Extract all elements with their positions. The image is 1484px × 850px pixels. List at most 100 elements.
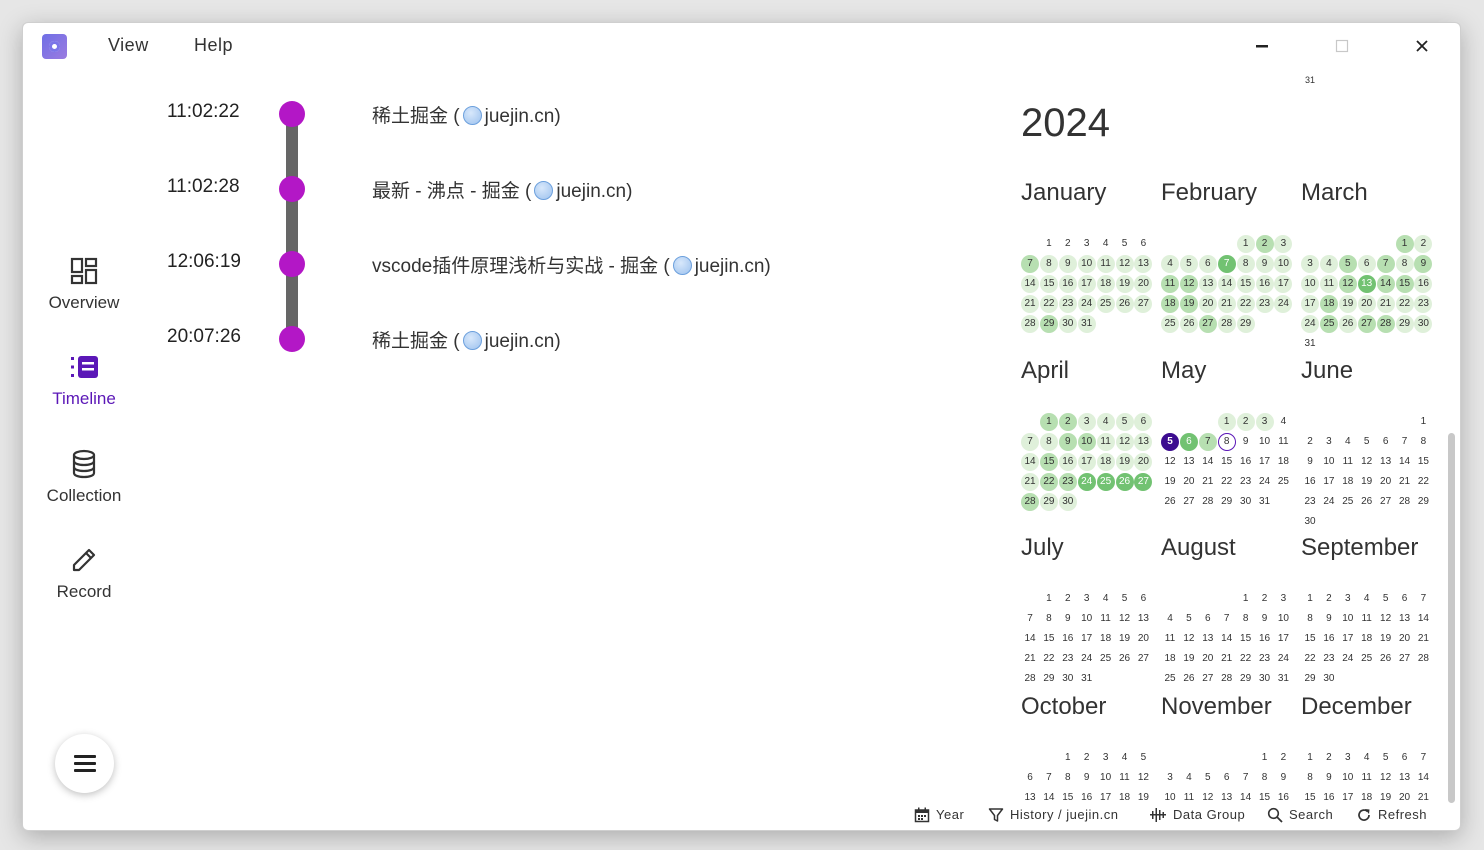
calendar-day[interactable]: 27: [1199, 670, 1217, 688]
calendar-day[interactable]: 2: [1058, 413, 1077, 431]
calendar-day[interactable]: 27: [1357, 315, 1376, 333]
calendar-day[interactable]: 10: [1339, 610, 1357, 628]
calendar-day[interactable]: 31: [1077, 315, 1096, 333]
calendar-day[interactable]: 4: [1274, 413, 1292, 431]
calendar-day[interactable]: 22: [1237, 650, 1255, 668]
calendar-day[interactable]: 8: [1256, 769, 1274, 787]
calendar-day[interactable]: 17: [1274, 630, 1292, 648]
calendar-day[interactable]: 21: [1199, 473, 1217, 491]
calendar-day[interactable]: 2: [1274, 749, 1292, 767]
calendar-day[interactable]: 28: [1396, 493, 1414, 511]
calendar-day[interactable]: 19: [1134, 789, 1152, 803]
calendar-day[interactable]: 6: [1396, 749, 1414, 767]
calendar-day[interactable]: 11: [1339, 453, 1357, 471]
calendar-day[interactable]: 21: [1414, 789, 1432, 803]
calendar-day[interactable]: 23: [1301, 493, 1319, 511]
calendar-day[interactable]: 10: [1077, 433, 1096, 451]
calendar-day[interactable]: 14: [1217, 275, 1236, 293]
calendar-day[interactable]: 10: [1320, 453, 1338, 471]
calendar-day[interactable]: 30: [1058, 315, 1077, 333]
calendar-day[interactable]: 21: [1414, 630, 1432, 648]
calendar-day[interactable]: 25: [1319, 315, 1338, 333]
calendar-day[interactable]: 6: [1218, 769, 1236, 787]
calendar-day[interactable]: 10: [1161, 789, 1179, 803]
calendar-day[interactable]: 8: [1039, 433, 1058, 451]
calendar-day[interactable]: 10: [1077, 255, 1096, 273]
calendar-day[interactable]: 6: [1198, 255, 1217, 273]
calendar-day[interactable]: 3: [1077, 413, 1096, 431]
calendar-day[interactable]: 26: [1161, 493, 1179, 511]
calendar-day[interactable]: 6: [1179, 433, 1198, 451]
calendar-day[interactable]: 16: [1255, 275, 1274, 293]
calendar-day[interactable]: 22: [1039, 473, 1058, 491]
calendar-day[interactable]: 28: [1414, 650, 1432, 668]
calendar-day[interactable]: 19: [1115, 275, 1134, 293]
calendar-day[interactable]: 6: [1134, 590, 1152, 608]
calendar-day[interactable]: 15: [1039, 453, 1058, 471]
calendar-day[interactable]: 8: [1395, 255, 1414, 273]
timeline-entry[interactable]: 11:02:22 稀土掘金 (juejin.cn): [163, 93, 863, 133]
calendar-day[interactable]: 18: [1116, 789, 1134, 803]
calendar-day[interactable]: 14: [1021, 630, 1039, 648]
calendar-day[interactable]: 26: [1115, 295, 1134, 313]
nav-item-record[interactable]: Record: [23, 544, 145, 602]
calendar-day[interactable]: 16: [1320, 630, 1338, 648]
calendar-day[interactable]: 12: [1134, 769, 1152, 787]
calendar-day[interactable]: 9: [1255, 255, 1274, 273]
calendar-day[interactable]: 13: [1134, 255, 1153, 273]
calendar-day[interactable]: 20: [1134, 453, 1153, 471]
calendar-day[interactable]: 7: [1021, 255, 1039, 273]
calendar-day[interactable]: 21: [1021, 295, 1039, 313]
calendar-day[interactable]: 3: [1274, 235, 1293, 253]
entry-title[interactable]: 稀土掘金 (juejin.cn): [372, 101, 561, 128]
calendar-day[interactable]: 19: [1116, 630, 1134, 648]
calendar-day[interactable]: 1: [1414, 413, 1432, 431]
calendar-day[interactable]: 13: [1021, 789, 1039, 803]
entry-title[interactable]: 稀土掘金 (juejin.cn): [372, 326, 561, 353]
calendar-day[interactable]: 5: [1338, 255, 1357, 273]
calendar-day[interactable]: 27: [1396, 650, 1414, 668]
calendar-day[interactable]: 4: [1358, 590, 1376, 608]
calendar-day[interactable]: 8: [1059, 769, 1077, 787]
calendar-day[interactable]: 3: [1078, 235, 1096, 253]
calendar-day[interactable]: 26: [1115, 473, 1134, 491]
calendar-day[interactable]: 18: [1097, 630, 1115, 648]
calendar-day[interactable]: 18: [1358, 630, 1376, 648]
calendar-day[interactable]: 6: [1377, 433, 1395, 451]
calendar-day[interactable]: 28: [1376, 315, 1395, 333]
calendar-day[interactable]: 12: [1338, 275, 1357, 293]
calendar-day[interactable]: 3: [1339, 590, 1357, 608]
calendar-day[interactable]: 12: [1199, 789, 1217, 803]
minimize-button[interactable]: [1249, 33, 1275, 59]
calendar-day[interactable]: 14: [1021, 275, 1039, 293]
calendar-day[interactable]: 18: [1274, 453, 1292, 471]
calendar-day[interactable]: 8: [1237, 610, 1255, 628]
timeline-entry[interactable]: 20:07:26 稀土掘金 (juejin.cn): [163, 318, 863, 358]
calendar-day[interactable]: 2: [1301, 433, 1319, 451]
calendar-day[interactable]: 23: [1256, 650, 1274, 668]
calendar-day[interactable]: 9: [1059, 610, 1077, 628]
calendar-day[interactable]: 29: [1237, 670, 1255, 688]
calendar-day[interactable]: 9: [1058, 433, 1077, 451]
calendar-day[interactable]: 13: [1180, 453, 1198, 471]
calendar-day[interactable]: 3: [1320, 433, 1338, 451]
calendar-day[interactable]: 29: [1236, 315, 1255, 333]
calendar-day[interactable]: 11: [1358, 610, 1376, 628]
calendar-day[interactable]: 9: [1320, 610, 1338, 628]
calendar-day[interactable]: 16: [1320, 789, 1338, 803]
calendar-day[interactable]: 7: [1396, 433, 1414, 451]
calendar-day[interactable]: 22: [1236, 295, 1255, 313]
calendar-day[interactable]: 10: [1078, 610, 1096, 628]
calendar-day[interactable]: 16: [1237, 453, 1255, 471]
calendar-day[interactable]: 5: [1180, 610, 1198, 628]
timeline-entry[interactable]: 12:06:19 vscode插件原理浅析与实战 - 掘金 (juejin.cn…: [163, 243, 863, 283]
calendar-day[interactable]: 12: [1377, 769, 1395, 787]
calendar-day[interactable]: 1: [1039, 413, 1058, 431]
calendar-day[interactable]: 1: [1217, 413, 1236, 431]
calendar-day[interactable]: 6: [1134, 235, 1152, 253]
calendar-day[interactable]: 25: [1161, 315, 1179, 333]
calendar-day[interactable]: 25: [1358, 650, 1376, 668]
maximize-button[interactable]: [1329, 33, 1355, 59]
calendar-day[interactable]: 20: [1377, 473, 1395, 491]
calendar-day[interactable]: 16: [1414, 275, 1433, 293]
